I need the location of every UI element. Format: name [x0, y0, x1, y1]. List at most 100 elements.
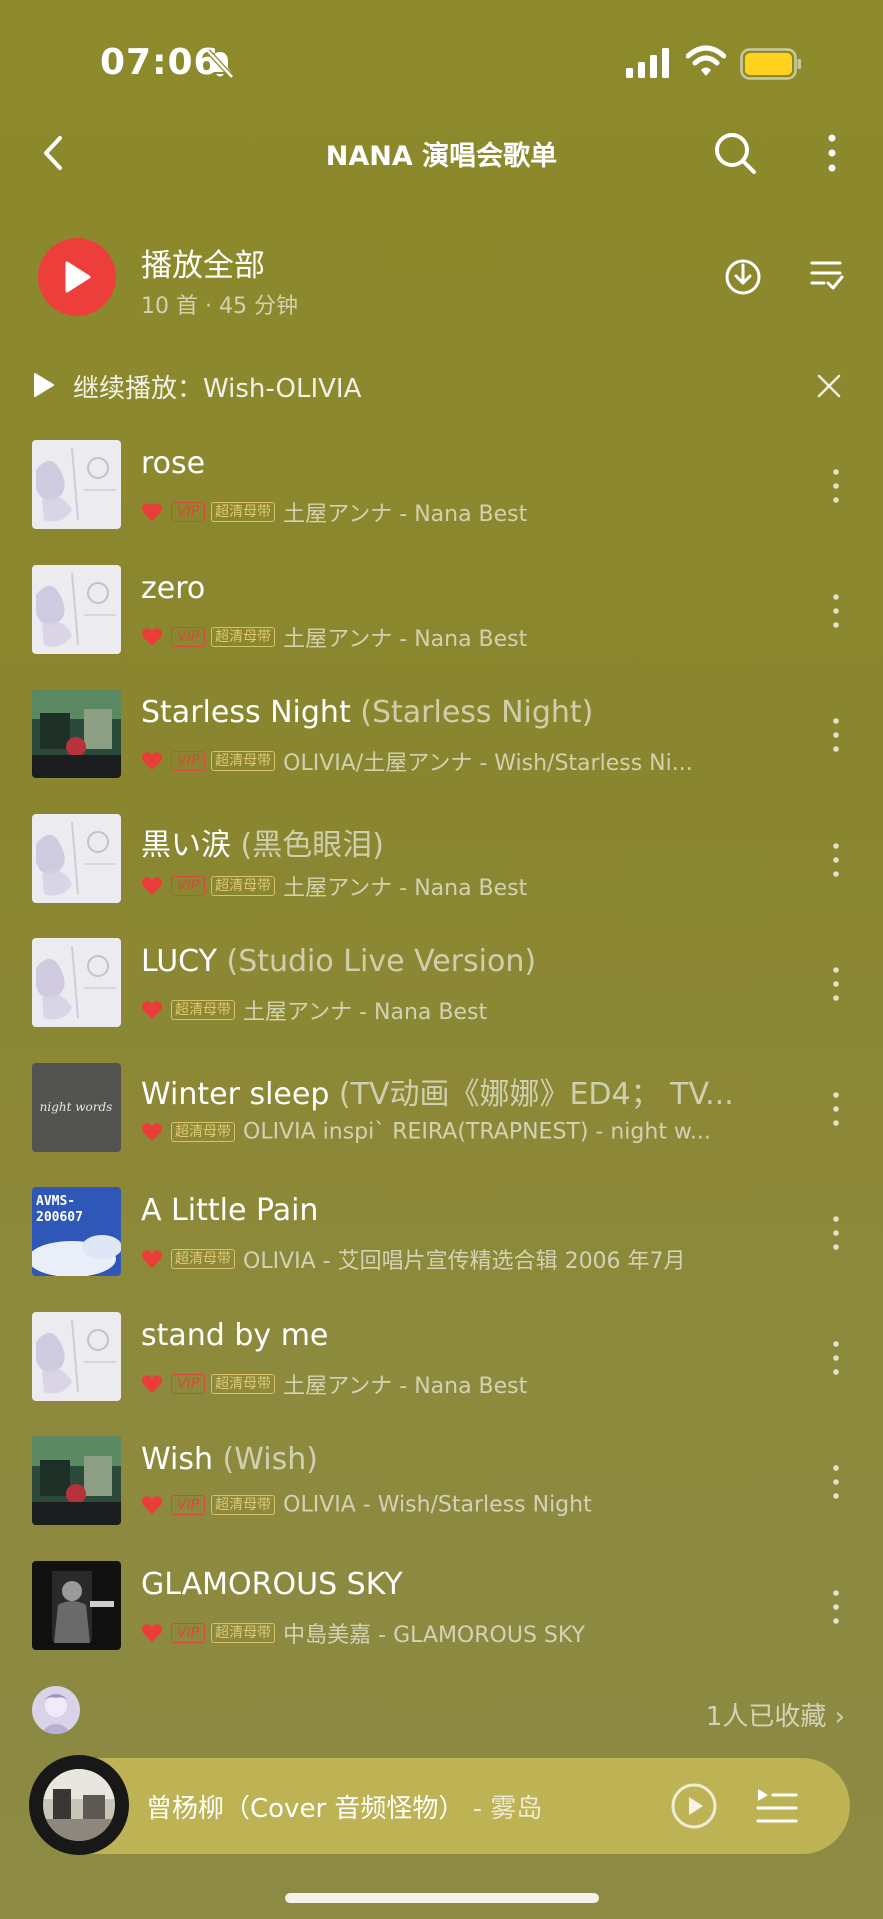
album-cover[interactable]: night words [32, 1062, 121, 1152]
liked-heart-icon[interactable] [141, 876, 163, 896]
close-button[interactable] [815, 372, 843, 400]
vip-badge: VIP [171, 1495, 206, 1515]
liked-heart-icon[interactable] [141, 627, 163, 647]
wifi-icon [686, 45, 726, 76]
liked-heart-icon[interactable] [141, 1122, 163, 1142]
song-name: Winter sleep [141, 1076, 330, 1112]
song-title[interactable]: rose [141, 446, 205, 481]
hq-master-badge: 超清母带 [171, 1000, 235, 1020]
song-row[interactable]: zero VIP 超清母带 土屋アンナ - Nana Best [0, 551, 883, 676]
song-more-button[interactable] [828, 1087, 844, 1131]
vip-badge: VIP [171, 1373, 206, 1394]
queue-button[interactable] [756, 1786, 798, 1826]
svg-text:200607: 200607 [36, 1210, 83, 1225]
song-alias: (黑色眼泪) [240, 827, 384, 863]
song-more-button[interactable] [828, 1336, 844, 1380]
song-meta-line: VIP 超清母带 土屋アンナ - Nana Best [141, 1368, 527, 1400]
song-more-button[interactable] [828, 1211, 844, 1255]
song-title[interactable]: stand by me [141, 1318, 328, 1353]
play-circle-button[interactable] [670, 1782, 718, 1830]
artist-album: 土屋アンナ - Nana Best [283, 626, 528, 652]
album-cover[interactable] [32, 440, 121, 529]
song-row[interactable]: Starless Night (Starless Night) VIP 超清母带 OL… [0, 675, 883, 800]
liked-heart-icon[interactable] [141, 502, 163, 522]
now-playing-text[interactable]: 曾杨柳（Cover 音频怪物） - 雾岛 [146, 1788, 542, 1825]
top-bar: NANA 演唱会歌单 [0, 120, 883, 186]
hq-master-badge: 超清母带 [211, 751, 276, 771]
avatar[interactable] [32, 1686, 80, 1734]
search-button[interactable] [712, 130, 758, 176]
collect-count[interactable]: 1人已收藏 › [706, 1696, 845, 1733]
continue-playing-label[interactable]: 继续播放：Wish-OLIVIA [73, 368, 361, 405]
signal-icon [626, 48, 669, 78]
play-icon [34, 373, 54, 397]
song-title[interactable]: Starless Night (Starless Night) [141, 695, 593, 730]
continue-playing-bar[interactable]: 继续播放：Wish-OLIVIA [0, 364, 883, 408]
album-cover[interactable] [32, 1311, 121, 1401]
song-name: GLAMOROUS SKY [141, 1566, 403, 1602]
play-all-label[interactable]: 播放全部 [141, 240, 265, 285]
artist-album: OLIVIA - 艾回唱片宣传精选合辑 2006 年7月 [243, 1249, 686, 1274]
collectors-row[interactable]: 1人已收藏 › [0, 1686, 883, 1736]
song-row[interactable]: stand by me VIP 超清母带 土屋アンナ - Nana Best [0, 1298, 883, 1423]
vip-badge: VIP [171, 626, 206, 647]
song-name: rose [141, 446, 206, 481]
song-title[interactable]: A Little Pain [141, 1193, 318, 1228]
liked-heart-icon[interactable] [141, 1374, 163, 1394]
song-row[interactable]: GLAMOROUS SKY VIP 超清母带 中島美嘉 - GLAMOROUS SKY [0, 1547, 883, 1672]
download-button[interactable] [724, 256, 762, 296]
song-meta-line: VIP 超清母带 土屋アンナ - Nana Best [141, 870, 527, 902]
song-row[interactable]: LUCY (Studio Live Version) 超清母带 土屋アンナ - Na… [0, 924, 883, 1049]
song-title[interactable]: GLAMOROUS SKY [141, 1567, 403, 1602]
mini-player[interactable]: 曾杨柳（Cover 音频怪物） - 雾岛 [29, 1755, 850, 1855]
album-cover[interactable]: AVMS- 200607 [32, 1187, 121, 1276]
liked-heart-icon[interactable] [141, 751, 163, 771]
artist-album: OLIVIA - Wish/Starless Night [283, 1492, 592, 1518]
album-cover[interactable] [32, 1560, 121, 1650]
artist-album: 土屋アンナ - Nana Best [283, 875, 528, 901]
song-title[interactable]: zero [141, 571, 205, 606]
hq-master-badge: 超清母带 [211, 1495, 276, 1515]
liked-heart-icon[interactable] [141, 1623, 163, 1643]
song-title[interactable]: Wish (Wish) [141, 1442, 318, 1477]
song-more-button[interactable] [828, 464, 844, 508]
hq-master-badge: 超清母带 [171, 1121, 235, 1142]
song-alias: (TV动画《娜娜》ED4； TV... [338, 1076, 734, 1112]
song-row[interactable]: AVMS- 200607 A Little Pain 超清母带 OLIVIA - 艾回唱… [0, 1173, 883, 1298]
song-name: A Little Pain [141, 1193, 319, 1228]
song-more-button[interactable] [828, 1460, 844, 1504]
song-row[interactable]: night words Winter sleep (TV动画《娜娜》ED4； TV… [0, 1049, 883, 1174]
multiselect-button[interactable] [810, 258, 844, 292]
play-all-button[interactable] [38, 238, 116, 316]
album-cover[interactable] [32, 813, 121, 903]
hq-master-badge: 超清母带 [211, 1373, 276, 1394]
liked-heart-icon[interactable] [141, 1249, 163, 1269]
album-cover[interactable] [32, 689, 121, 778]
album-cover[interactable] [32, 564, 121, 654]
song-name: Starless Night [141, 695, 351, 730]
song-more-button[interactable] [828, 1585, 844, 1629]
album-cover[interactable] [32, 938, 121, 1027]
song-title[interactable]: Winter sleep (TV动画《娜娜》ED4； TV... [141, 1069, 734, 1113]
album-cover[interactable] [32, 1436, 121, 1525]
song-title[interactable]: LUCY (Studio Live Version) [141, 944, 536, 979]
song-row[interactable]: rose VIP 超清母带 土屋アンナ - Nana Best [0, 426, 883, 551]
song-meta-line: VIP 超清母带 中島美嘉 - GLAMOROUS SKY [141, 1617, 585, 1649]
playlist-summary: 10 首 · 45 分钟 [141, 294, 298, 319]
liked-heart-icon[interactable] [141, 1000, 163, 1020]
song-row[interactable]: 黒い涙 (黑色眼泪) VIP 超清母带 土屋アンナ - Nana Best [0, 800, 883, 925]
song-title[interactable]: 黒い涙 (黑色眼泪) [141, 820, 384, 864]
song-meta-line: VIP 超清母带 土屋アンナ - Nana Best [141, 621, 527, 653]
home-indicator[interactable] [285, 1893, 599, 1903]
more-vertical-button[interactable] [820, 130, 844, 176]
song-meta-line: 超清母带 土屋アンナ - Nana Best [141, 994, 487, 1026]
now-playing-cover[interactable] [29, 1755, 129, 1855]
artist-album: OLIVIA inspi` REIRA(TRAPNEST) - night w.… [243, 1119, 711, 1144]
liked-heart-icon[interactable] [141, 1495, 163, 1515]
song-row[interactable]: Wish (Wish) VIP 超清母带 OLIVIA - Wish/Starless… [0, 1422, 883, 1547]
song-more-button[interactable] [828, 713, 844, 757]
song-more-button[interactable] [828, 962, 844, 1006]
song-more-button[interactable] [828, 838, 844, 882]
song-alias: (Wish) [222, 1442, 318, 1477]
song-more-button[interactable] [828, 589, 844, 633]
